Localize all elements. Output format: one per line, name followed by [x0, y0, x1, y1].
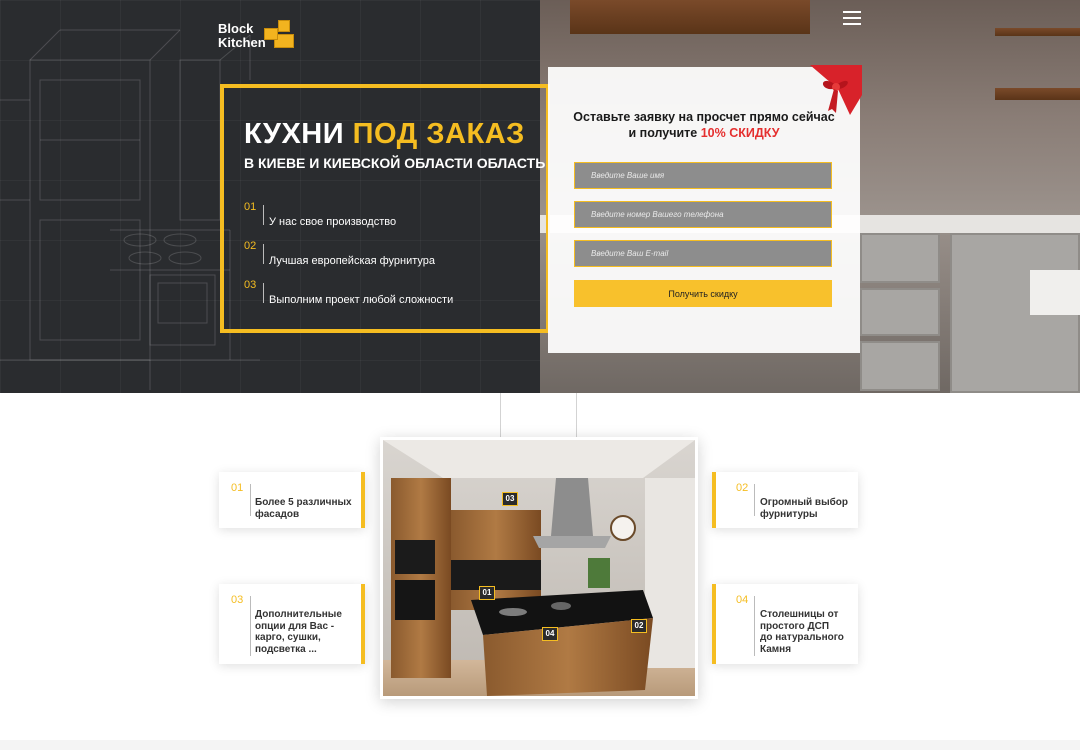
logo-block-icon — [264, 28, 278, 40]
logo-text: Block Kitchen — [218, 22, 266, 50]
cabinet-drawer — [860, 233, 940, 283]
form-heading-line1: Оставьте заявку на просчет прямо сейчас — [573, 110, 835, 124]
card-text: Столешницы от простого ДСП до натурально… — [760, 609, 844, 655]
feature-number: 02 — [244, 240, 257, 252]
form-heading-line2: и получите 10% СКИДКУ — [548, 125, 860, 141]
logo-line-2: Kitchen — [218, 35, 266, 50]
landing-page: Block Kitchen КУХНИ ПОД ЗАКАЗ В КИЕВЕ И … — [0, 0, 1080, 750]
hero-title-yellow: ПОД ЗАКАЗ — [352, 118, 525, 150]
card-number: 02 — [736, 482, 749, 494]
card-text: Более 5 различных фасадов — [255, 497, 352, 520]
discount-form: Оставьте заявку на просчет прямо сейчас … — [548, 65, 862, 353]
hamburger-menu-icon[interactable] — [843, 11, 861, 25]
hero-title-white: КУХНИ — [244, 118, 345, 150]
wall-shelf-top — [995, 28, 1080, 36]
card-text: Дополнительные опции для Вас - карго, су… — [255, 609, 342, 655]
feature-text: Лучшая европейская фурнитура — [269, 255, 436, 267]
cabinet-drawer — [860, 341, 940, 391]
card-divider — [754, 484, 755, 516]
cabinet-drawer — [860, 288, 940, 336]
hero-section: Block Kitchen КУХНИ ПОД ЗАКАЗ В КИЕВЕ И … — [0, 0, 1080, 393]
phone-input[interactable] — [574, 201, 832, 228]
feature-number: 01 — [244, 201, 257, 213]
sink — [1030, 270, 1080, 315]
discount-highlight: 10% СКИДКУ — [700, 126, 780, 140]
hero-subtitle: В КИЕВЕ И КИЕВСКОЙ ОБЛАСТИ ОБЛАСТЬ — [244, 155, 546, 171]
kitchen-illustration — [383, 440, 695, 696]
feature-divider — [263, 244, 264, 264]
hotspot-marker-02[interactable]: 02 — [631, 619, 647, 633]
gift-bow-icon — [810, 65, 862, 115]
get-discount-button[interactable]: Получить скидку — [574, 280, 832, 307]
next-section-strip — [0, 740, 1080, 750]
name-input[interactable] — [574, 162, 832, 189]
feature-card: 04 Столешницы от простого ДСП до натурал… — [712, 584, 858, 664]
wall-shelf — [995, 88, 1080, 100]
feature-card: 01 Более 5 различных фасадов — [219, 472, 365, 528]
hood-shelf — [570, 0, 810, 34]
hotspot-marker-01[interactable]: 01 — [479, 586, 495, 600]
card-number: 03 — [231, 594, 244, 606]
connector-line — [576, 393, 577, 437]
feature-divider — [263, 205, 264, 225]
brand-logo[interactable]: Block Kitchen — [218, 10, 298, 52]
hotspot-marker-04[interactable]: 04 — [542, 627, 558, 641]
logo-block-icon — [278, 20, 290, 32]
feature-divider — [263, 283, 264, 303]
feature-number: 03 — [244, 279, 257, 291]
feature-card: 02 Огромный выбор фурнитуры — [712, 472, 858, 528]
form-heading: Оставьте заявку на просчет прямо сейчас … — [548, 109, 860, 141]
email-input[interactable] — [574, 240, 832, 267]
feature-text: У нас свое производство — [269, 216, 397, 228]
card-divider — [250, 484, 251, 516]
form-heading-prefix: и получите — [628, 126, 701, 140]
feature-text: Выполним проект любой сложности — [269, 294, 454, 306]
card-divider — [754, 596, 755, 656]
card-number: 01 — [231, 482, 244, 494]
connector-line — [500, 393, 501, 437]
logo-line-1: Block — [218, 21, 254, 36]
kitchen-photo-image: 03 01 02 04 — [383, 440, 695, 696]
card-number: 04 — [736, 594, 749, 606]
hero-title: КУХНИ ПОД ЗАКАЗ — [244, 118, 525, 151]
card-divider — [250, 596, 251, 656]
feature-card: 03 Дополнительные опции для Вас - карго,… — [219, 584, 365, 664]
hotspot-marker-03[interactable]: 03 — [502, 492, 518, 506]
kitchen-photo: 03 01 02 04 — [380, 437, 698, 699]
card-text: Огромный выбор фурнитуры — [760, 497, 849, 520]
